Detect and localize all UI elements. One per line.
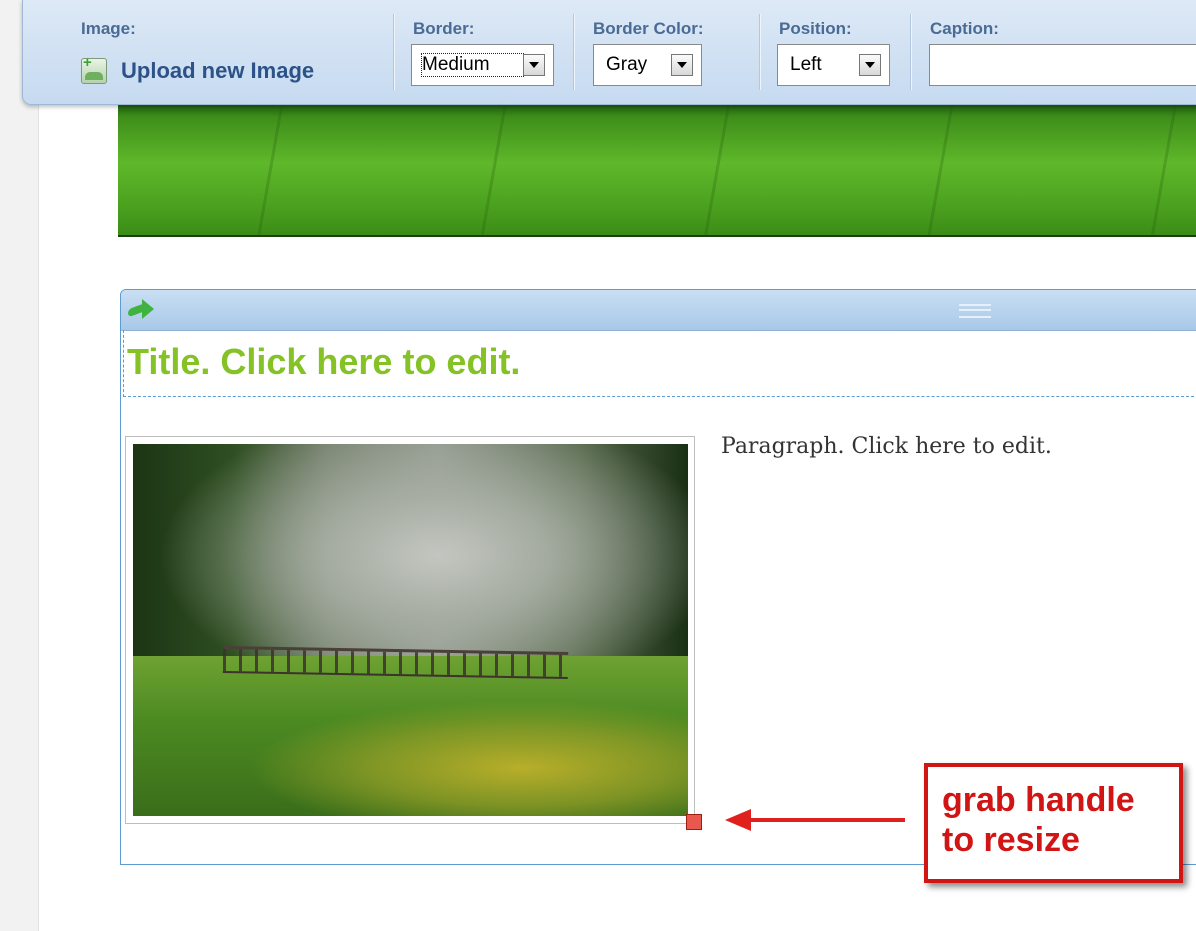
image-label: Image: (81, 19, 136, 38)
toolbar-divider (393, 14, 395, 90)
block-handle-bar[interactable] (121, 290, 1196, 331)
position-select[interactable]: Left (777, 44, 890, 86)
image-frame[interactable] (125, 436, 695, 824)
upload-new-image-label: Upload new Image (121, 58, 315, 83)
position-label: Position: (779, 19, 852, 38)
annotation-callout: grab handle to resize (924, 763, 1183, 883)
border-label: Border: (413, 19, 475, 38)
chevron-down-icon[interactable] (523, 54, 545, 76)
toolbar-divider (573, 14, 575, 90)
toolbar-divider (759, 14, 761, 90)
caption-label: Caption: (930, 19, 999, 38)
border-color-select[interactable]: Gray (593, 44, 702, 86)
caption-input[interactable] (929, 44, 1196, 86)
upload-new-image-button[interactable]: + Upload new Image (81, 54, 314, 88)
photo-grass (133, 656, 688, 816)
misty-forest-bridge-photo (133, 444, 688, 816)
position-select-value: Left (790, 54, 822, 75)
border-select[interactable]: Medium (411, 44, 554, 86)
chevron-down-icon[interactable] (671, 54, 693, 76)
title-editable[interactable]: Title. Click here to edit. (123, 330, 1196, 397)
block-paragraph[interactable]: Paragraph. Click here to edit. (721, 434, 1052, 459)
block-title: Title. Click here to edit. (127, 341, 521, 382)
drag-grip-icon[interactable] (959, 304, 991, 318)
green-arrow-icon[interactable] (126, 298, 156, 320)
chevron-down-icon[interactable] (859, 54, 881, 76)
annotation-line-1: grab handle (942, 781, 1135, 819)
annotation-arrow-icon (725, 806, 905, 834)
border-select-value: Medium (421, 53, 524, 77)
toolbar-divider (910, 14, 912, 90)
header-banner-image (118, 104, 1196, 237)
border-color-select-value: Gray (606, 54, 648, 75)
annotation-line-2: to resize (942, 821, 1080, 859)
border-color-label: Border Color: (593, 19, 704, 38)
page-left-rail (0, 0, 39, 931)
image-add-icon: + (81, 55, 107, 84)
resize-handle[interactable] (686, 814, 702, 830)
